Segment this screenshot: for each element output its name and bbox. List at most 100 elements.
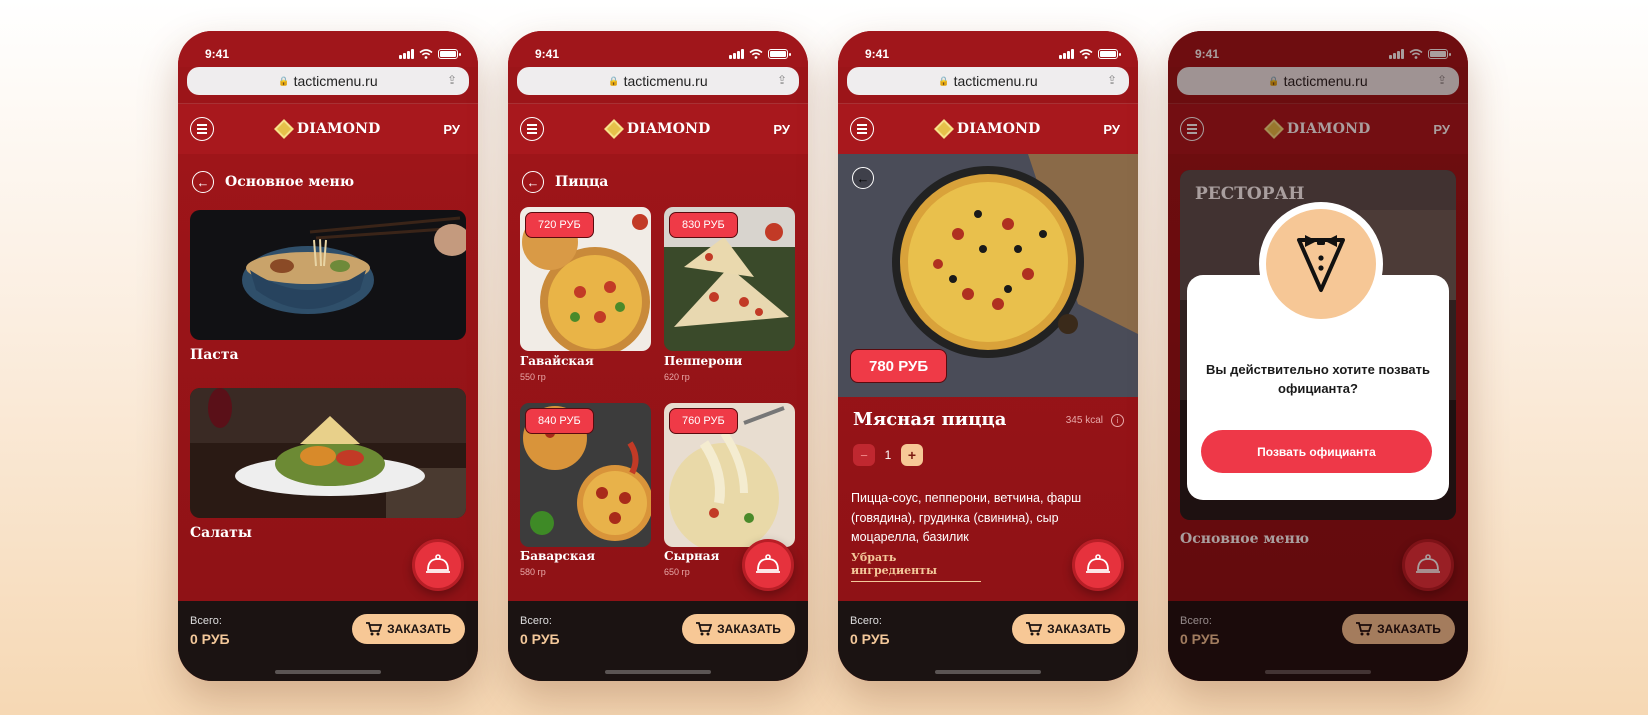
url-text: tacticmenu.ru <box>623 73 708 89</box>
phone-pizza-list: 9:41 🔒 tacticmenu.ru ⇪ DIAMOND РУ ← Пицц… <box>508 31 808 681</box>
language-switch[interactable]: РУ <box>443 122 460 137</box>
service-bell-icon <box>426 554 450 573</box>
back-arrow-icon[interactable]: ← <box>852 167 874 189</box>
pizza-card-image[interactable]: 720 РУБ <box>520 207 651 351</box>
call-waiter-button[interactable] <box>742 539 794 591</box>
pizza-name[interactable]: Сырная <box>664 549 719 563</box>
waiter-avatar <box>1259 202 1383 326</box>
confirm-call-waiter-button[interactable]: Позвать официанта <box>1201 430 1432 473</box>
cart-footer: Всего: 0 РУБ ЗАКАЗАТЬ <box>838 601 1138 681</box>
home-indicator <box>605 670 711 674</box>
waiter-tuxedo-icon <box>1297 235 1345 292</box>
price-tag: 760 РУБ <box>669 408 738 434</box>
pizza-card-image[interactable]: 830 РУБ <box>664 207 795 351</box>
signal-icon <box>729 49 744 59</box>
category-label-pasta[interactable]: Паста <box>190 347 239 363</box>
language-switch[interactable]: РУ <box>1103 122 1120 137</box>
category-label-salads[interactable]: Салаты <box>190 525 252 541</box>
cart-icon <box>696 622 713 636</box>
info-icon[interactable]: i <box>1111 414 1124 427</box>
menu-icon[interactable] <box>520 117 544 141</box>
page-title: Пицца <box>555 174 609 190</box>
app-header: DIAMOND РУ <box>508 104 808 154</box>
dish-kcal: 345 kcal <box>1065 415 1103 426</box>
status-time: 9:41 <box>205 47 230 61</box>
call-waiter-button[interactable] <box>412 539 464 591</box>
signal-icon <box>399 49 414 59</box>
order-button[interactable]: ЗАКАЗАТЬ <box>1012 614 1125 644</box>
address-bar[interactable]: 🔒 tacticmenu.ru ⇪ <box>847 67 1129 95</box>
status-time: 9:41 <box>535 47 560 61</box>
language-switch[interactable]: РУ <box>773 122 790 137</box>
increase-button[interactable]: + <box>901 444 923 466</box>
pizza-hero-image: ← 780 РУБ <box>838 154 1138 397</box>
pizza-card-image[interactable]: 840 РУБ <box>520 403 651 547</box>
total-label: Всего: <box>520 615 552 627</box>
brand-logo: DIAMOND <box>274 119 381 139</box>
battery-icon <box>438 49 461 59</box>
address-bar[interactable]: 🔒 tacticmenu.ru ⇪ <box>517 67 799 95</box>
lock-icon: 🔒 <box>278 75 290 86</box>
pizza-weight: 580 гр <box>520 567 546 577</box>
service-bell-icon <box>756 554 780 573</box>
menu-icon[interactable] <box>190 117 214 141</box>
home-indicator <box>275 670 381 674</box>
back-arrow-icon[interactable]: ← <box>192 171 214 193</box>
pizza-name[interactable]: Гавайская <box>520 354 594 368</box>
dialog-message: Вы действительно хотите позвать официант… <box>1206 362 1430 396</box>
order-button[interactable]: ЗАКАЗАТЬ <box>682 614 795 644</box>
battery-icon <box>768 49 791 59</box>
diamond-icon <box>274 119 294 139</box>
order-button[interactable]: ЗАКАЗАТЬ <box>352 614 465 644</box>
phone-pizza-detail: 9:41 🔒 tacticmenu.ru ⇪ DIAMOND РУ ← 780 … <box>838 31 1138 681</box>
price-tag: 840 РУБ <box>525 408 594 434</box>
share-icon[interactable]: ⇪ <box>777 73 787 87</box>
pizza-weight: 620 гр <box>664 372 690 382</box>
brand-logo: DIAMOND <box>604 119 711 139</box>
brand-logo: DIAMOND <box>934 119 1041 139</box>
pizza-weight: 650 гр <box>664 567 690 577</box>
phone-call-waiter: 9:41 🔒 tacticmenu.ru ⇪ DIAMOND РУ РЕСТОР… <box>1168 31 1468 681</box>
price-tag: 780 РУБ <box>850 349 948 383</box>
wifi-icon <box>749 49 763 59</box>
status-bar: 9:41 <box>178 31 478 67</box>
service-bell-icon <box>1086 554 1110 573</box>
share-icon[interactable]: ⇪ <box>1107 73 1117 87</box>
status-bar: 9:41 <box>838 31 1138 67</box>
home-indicator <box>935 670 1041 674</box>
address-bar[interactable]: 🔒 tacticmenu.ru ⇪ <box>187 67 469 95</box>
back-arrow-icon[interactable]: ← <box>522 171 544 193</box>
app-header: DIAMOND РУ <box>838 104 1138 154</box>
total-label: Всего: <box>190 615 222 627</box>
menu-icon[interactable] <box>850 117 874 141</box>
url-text: tacticmenu.ru <box>953 73 1038 89</box>
total-value: 0 РУБ <box>520 631 560 647</box>
dish-description: Пицца-соус, пепперони, ветчина, фарш (го… <box>851 491 1082 544</box>
url-text: tacticmenu.ru <box>293 73 378 89</box>
lock-icon: 🔒 <box>938 75 950 86</box>
total-label: Всего: <box>850 615 882 627</box>
lock-icon: 🔒 <box>608 75 620 86</box>
category-image-salads[interactable] <box>190 388 466 518</box>
pizza-weight: 550 гр <box>520 372 546 382</box>
call-waiter-button[interactable] <box>1072 539 1124 591</box>
wifi-icon <box>1079 49 1093 59</box>
status-time: 9:41 <box>865 47 890 61</box>
total-value: 0 РУБ <box>850 631 890 647</box>
pizza-card-image[interactable]: 760 РУБ <box>664 403 795 547</box>
dish-title: Мясная пицца <box>853 409 1007 430</box>
pizza-name[interactable]: Пепперони <box>664 354 742 368</box>
cart-icon <box>1026 622 1043 636</box>
decrease-button[interactable]: − <box>853 444 875 466</box>
brand-name: DIAMOND <box>956 121 1041 137</box>
pizza-name[interactable]: Баварская <box>520 549 595 563</box>
share-icon[interactable]: ⇪ <box>447 73 457 87</box>
remove-ingredients-link[interactable]: Убрать ингредиенты <box>851 551 981 582</box>
diamond-icon <box>604 119 624 139</box>
signal-icon <box>1059 49 1074 59</box>
quantity-value: 1 <box>884 448 892 462</box>
category-image-pasta[interactable] <box>190 210 466 340</box>
price-tag: 830 РУБ <box>669 212 738 238</box>
price-tag: 720 РУБ <box>525 212 594 238</box>
brand-name: DIAMOND <box>296 121 381 137</box>
